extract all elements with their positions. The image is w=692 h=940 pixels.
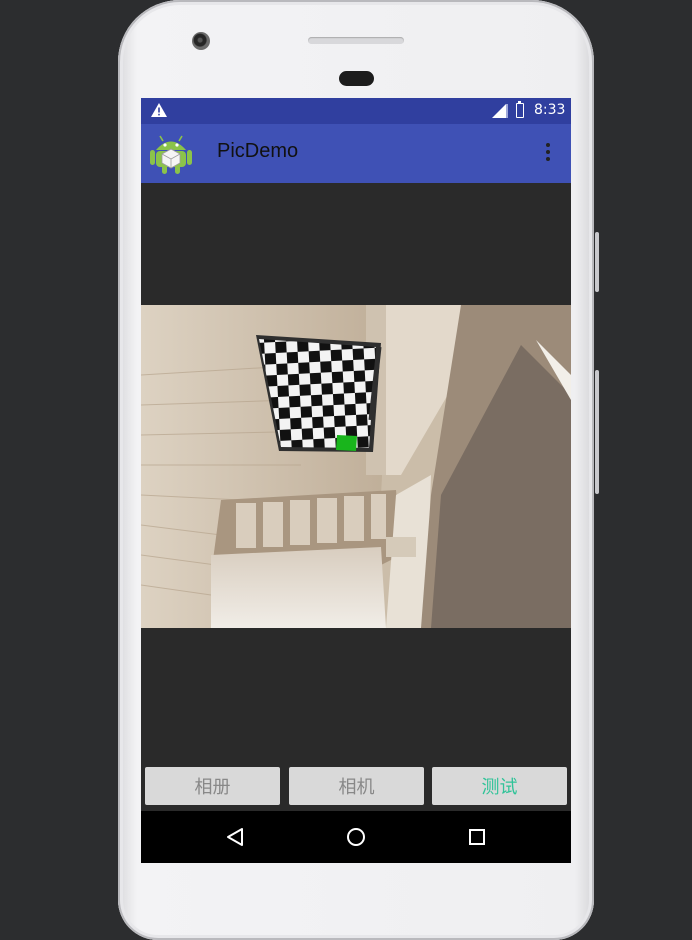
home-icon[interactable] — [346, 827, 366, 847]
navigation-bar — [141, 811, 571, 863]
front-camera — [192, 32, 210, 50]
back-icon[interactable] — [225, 827, 245, 847]
album-button[interactable]: 相册 — [145, 767, 280, 805]
clock: 8:33 — [534, 102, 566, 118]
preview-image — [141, 305, 571, 628]
signal-icon — [492, 104, 508, 118]
more-vert-icon[interactable] — [542, 143, 554, 165]
recents-icon[interactable] — [468, 828, 486, 846]
volume-button — [595, 370, 599, 494]
battery-icon — [516, 101, 524, 118]
status-bar: 8:33 — [141, 98, 571, 124]
top-speaker — [308, 37, 404, 44]
earpiece — [339, 71, 374, 86]
button-bar: 相册 相机 测试 — [141, 761, 571, 811]
test-button[interactable]: 测试 — [432, 767, 567, 805]
android-icon — [150, 135, 192, 174]
camera-button[interactable]: 相机 — [289, 767, 424, 805]
warning-icon — [151, 103, 167, 117]
app-bar: PicDemo — [141, 124, 571, 183]
screen: 8:33 PicDemo 相册 相机 测试 — [141, 98, 571, 863]
power-button — [595, 232, 599, 292]
app-title: PicDemo — [217, 140, 299, 162]
